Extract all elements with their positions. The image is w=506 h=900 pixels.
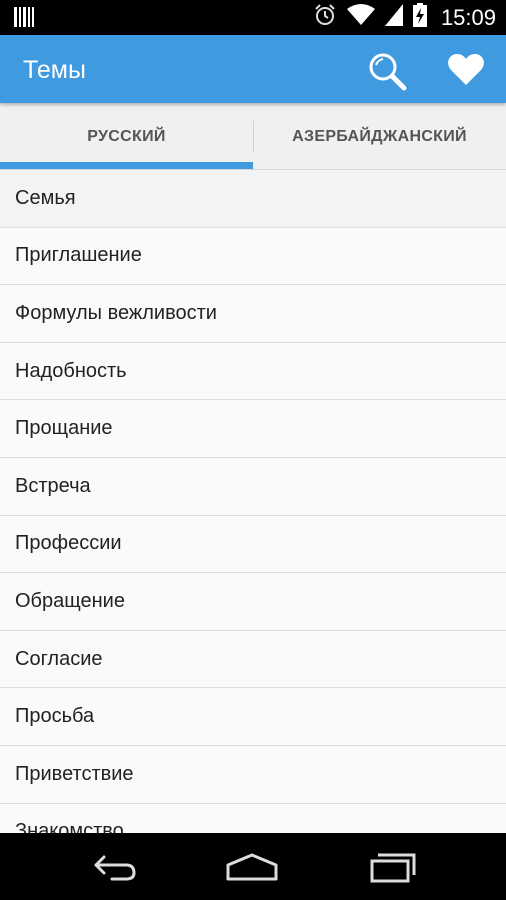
list-item[interactable]: Приглашение bbox=[0, 227, 506, 286]
back-icon bbox=[82, 855, 142, 891]
wifi-icon bbox=[346, 4, 375, 31]
list-item[interactable]: Согласие bbox=[0, 630, 506, 689]
search-button[interactable] bbox=[366, 50, 408, 92]
list-item[interactable]: Обращение bbox=[0, 573, 506, 631]
status-bar: 15:09 bbox=[0, 0, 506, 35]
language-tabs: РУССКИЙ АЗЕРБАЙДЖАНСКИЙ bbox=[0, 103, 506, 170]
selected-tab-indicator bbox=[0, 162, 253, 169]
list-item[interactable]: Приветствие bbox=[0, 745, 506, 804]
list-item[interactable]: Надобность bbox=[0, 342, 506, 401]
heart-icon bbox=[446, 54, 486, 93]
battery-charging-icon bbox=[412, 3, 427, 32]
status-time: 15:09 bbox=[440, 4, 496, 30]
list-item[interactable]: Формулы вежливости bbox=[0, 285, 506, 343]
list-item[interactable]: Прощание bbox=[0, 400, 506, 458]
list-item[interactable]: Знакомство bbox=[0, 803, 506, 833]
navigation-bar bbox=[0, 833, 506, 900]
favorites-button[interactable] bbox=[446, 49, 488, 91]
list-item[interactable]: Просьба bbox=[0, 688, 506, 746]
tab-russian[interactable]: РУССКИЙ bbox=[0, 103, 253, 170]
list-item[interactable]: Встреча bbox=[0, 457, 506, 516]
topic-list[interactable]: Семья Приглашение Формулы вежливости Над… bbox=[0, 170, 506, 833]
home-icon bbox=[222, 853, 282, 891]
signal-icon bbox=[384, 4, 403, 31]
barcode-icon bbox=[14, 7, 34, 32]
recent-apps-icon bbox=[362, 853, 422, 891]
tab-azerbaijani[interactable]: АЗЕРБАЙДЖАНСКИЙ bbox=[253, 103, 506, 170]
search-icon bbox=[366, 53, 408, 96]
list-item[interactable]: Семья bbox=[0, 170, 506, 228]
home-button[interactable] bbox=[222, 845, 282, 887]
list-item[interactable]: Профессии bbox=[0, 515, 506, 574]
alarm-icon bbox=[313, 3, 337, 32]
recent-apps-button[interactable] bbox=[362, 845, 422, 887]
back-button[interactable] bbox=[82, 845, 142, 887]
app-bar: Темы bbox=[0, 35, 506, 103]
page-title: Темы bbox=[23, 56, 86, 84]
